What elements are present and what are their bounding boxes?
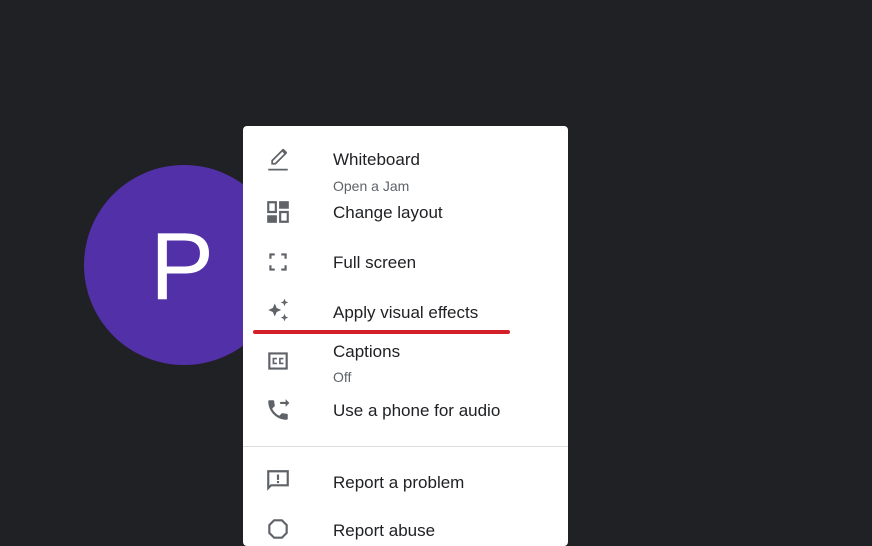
closed-captions-icon	[265, 348, 291, 374]
sparkle-icon	[265, 297, 291, 323]
avatar-initial: P	[149, 213, 215, 320]
menu-item-sublabel: Open a Jam	[333, 178, 410, 194]
menu-item-captions[interactable]: Captions Off	[243, 338, 568, 394]
more-options-menu: Whiteboard Open a Jam Change layout Full…	[243, 126, 568, 546]
annotation-underline	[253, 330, 510, 334]
menu-item-report-abuse[interactable]: Report abuse	[243, 512, 568, 546]
pencil-icon	[265, 146, 291, 172]
menu-item-use-phone-for-audio[interactable]: Use a phone for audio	[243, 392, 568, 432]
menu-item-label: Change layout	[333, 203, 443, 222]
menu-item-label: Report a problem	[333, 473, 465, 492]
menu-item-change-layout[interactable]: Change layout	[243, 194, 568, 234]
menu-item-full-screen[interactable]: Full screen	[243, 244, 568, 284]
feedback-icon	[265, 468, 291, 494]
menu-item-label: Apply visual effects	[333, 303, 479, 322]
menu-item-apply-visual-effects[interactable]: Apply visual effects	[243, 294, 568, 334]
menu-item-sublabel: Off	[333, 369, 352, 385]
fullscreen-icon	[265, 249, 291, 275]
phone-forward-icon	[265, 397, 291, 423]
layout-icon	[265, 199, 291, 225]
menu-item-label: Captions	[333, 342, 401, 361]
report-icon	[265, 516, 291, 542]
menu-item-label: Report abuse	[333, 521, 436, 540]
menu-item-label: Whiteboard	[333, 150, 420, 169]
menu-item-report-a-problem[interactable]: Report a problem	[243, 462, 568, 502]
menu-item-label: Use a phone for audio	[333, 401, 501, 420]
menu-divider	[243, 446, 568, 447]
menu-item-label: Full screen	[333, 253, 417, 272]
menu-item-whiteboard[interactable]: Whiteboard Open a Jam	[243, 136, 568, 194]
